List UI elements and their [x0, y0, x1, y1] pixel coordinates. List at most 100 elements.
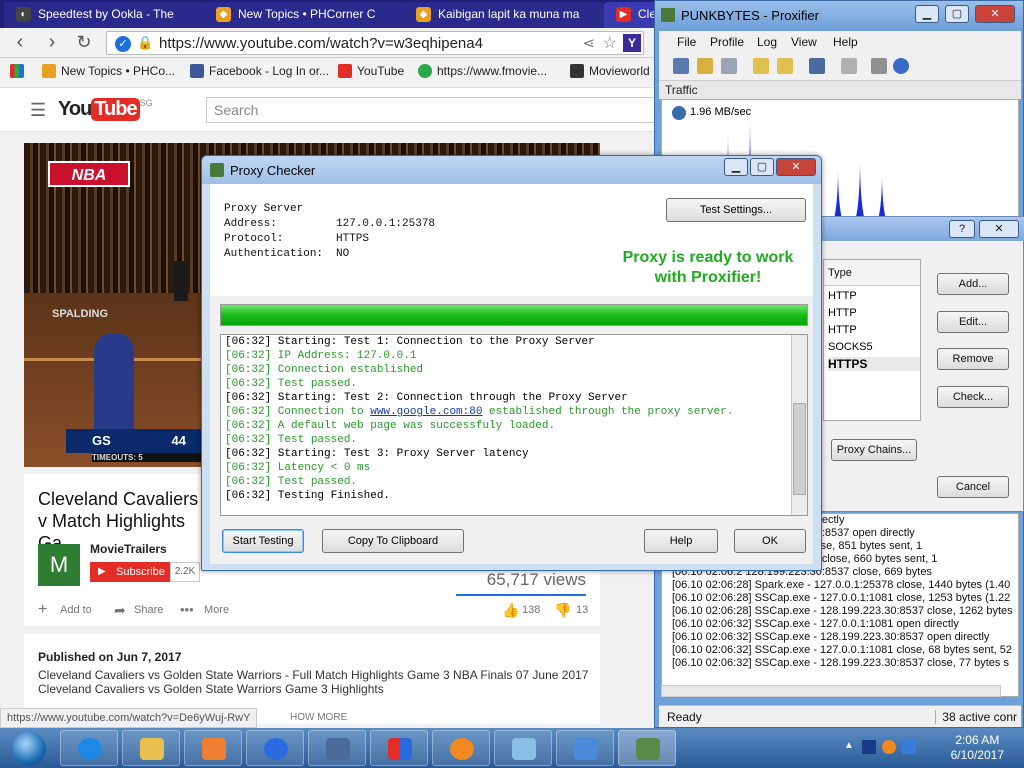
check-button[interactable]: Check... [937, 386, 1009, 408]
taskbar-ie[interactable] [60, 730, 118, 766]
tray-app-icon[interactable] [882, 740, 896, 754]
menu-file[interactable]: File [677, 35, 696, 49]
share-icon[interactable]: ⋖ [582, 34, 595, 52]
edit-button[interactable]: Edit... [937, 311, 1009, 333]
remove-button[interactable]: Remove [937, 348, 1009, 370]
folder-icon [140, 738, 164, 760]
maximize-button[interactable]: ▢ [750, 158, 774, 176]
proxy-type-row[interactable]: HTTP [828, 324, 857, 336]
add-button[interactable]: Add... [937, 273, 1009, 295]
bookmark-phcorner[interactable]: New Topics • PHCo... [42, 64, 175, 78]
proxy-type-row[interactable]: HTTP [828, 307, 857, 319]
proxy-list[interactable]: Type HTTP HTTP HTTP SOCKS5 HTTPS [823, 259, 921, 421]
start-button[interactable] [4, 729, 54, 767]
menu-log[interactable]: Log [757, 35, 777, 49]
bookmark-facebook[interactable]: Facebook - Log In or... [190, 64, 329, 78]
close-button[interactable]: ✕ [975, 5, 1015, 23]
log-icon[interactable] [841, 58, 857, 74]
share-button[interactable]: Share [134, 604, 163, 616]
subscribe-button[interactable]: ▶ Subscribe [90, 562, 170, 582]
network-status-icon[interactable] [902, 740, 916, 754]
menu-view[interactable]: View [791, 35, 817, 49]
minimize-button[interactable]: ▁ [915, 5, 939, 23]
log-horizontal-scrollbar[interactable] [661, 685, 1001, 697]
clock[interactable]: 2:06 AM 6/10/2017 [951, 733, 1004, 763]
show-hidden-icons-icon[interactable]: ▲ [844, 740, 854, 751]
help-button[interactable]: Help [644, 529, 718, 553]
proxy-checker-dialog: Proxy Checker ▁ ▢ ✕ Proxy Server Address… [201, 155, 822, 571]
list-header-type[interactable]: Type [824, 260, 920, 286]
cancel-button[interactable]: Cancel [937, 476, 1009, 498]
yahoo-extension-icon[interactable]: Y [623, 34, 641, 52]
more-button[interactable]: More [204, 604, 229, 616]
log-vertical-scrollbar[interactable] [791, 335, 807, 515]
reload-icon[interactable]: ↻ [72, 31, 96, 55]
taskbar-notepad[interactable] [494, 730, 552, 766]
youtube-search-input[interactable]: Search [206, 97, 660, 123]
taskbar-network-app[interactable] [556, 730, 614, 766]
taskbar-app-blue[interactable] [246, 730, 304, 766]
omnibox[interactable]: ✓ 🔒 https://www.youtube.com/watch?v=w3eq… [106, 31, 644, 55]
import-profile-icon[interactable] [777, 58, 793, 74]
rules-icon[interactable] [697, 58, 713, 74]
back-icon[interactable]: ‹ [8, 31, 32, 55]
bookmark-youtube[interactable]: YouTube [338, 64, 404, 78]
forward-icon[interactable]: › [40, 31, 64, 55]
bookmark-star-icon[interactable]: ☆ [603, 33, 617, 53]
scroll-thumb[interactable] [793, 403, 806, 495]
taskbar-app-grid[interactable] [370, 730, 428, 766]
proxy-servers-icon[interactable] [673, 58, 689, 74]
traffic-icon [672, 106, 686, 120]
tab-kaibigan[interactable]: ◆ Kaibigan lapit ka muna ma [404, 2, 604, 28]
tab-phcorner[interactable]: ◆ New Topics • PHCorner C [204, 2, 404, 28]
close-button[interactable]: ✕ [776, 158, 816, 176]
shield-icon[interactable] [862, 740, 876, 754]
show-more-button[interactable]: HOW MORE [290, 712, 347, 723]
taskbar-explorer[interactable] [122, 730, 180, 766]
print-icon[interactable] [871, 58, 887, 74]
taskbar-arrow-app[interactable] [432, 730, 490, 766]
menu-profile[interactable]: Profile [710, 35, 744, 49]
menu-icon[interactable]: ☰ [30, 100, 46, 121]
open-profile-icon[interactable] [753, 58, 769, 74]
thumbs-down-icon[interactable]: 👎 [554, 602, 571, 619]
tab-youtube[interactable]: ▶ Clev [604, 2, 660, 28]
bookmark-fmovies[interactable]: https://www.fmovie... [418, 64, 547, 78]
proxy-servers-titlebar: ? ✕ [819, 217, 1024, 241]
taskbar-settings[interactable] [308, 730, 366, 766]
proxy-type-row[interactable]: HTTP [828, 290, 857, 302]
add-to-button[interactable]: Add to [60, 604, 92, 616]
add-icon[interactable]: + [38, 602, 47, 618]
channel-avatar[interactable]: M [38, 544, 80, 586]
ok-button[interactable]: OK [734, 529, 806, 553]
taskbar-media[interactable] [184, 730, 242, 766]
dns-icon[interactable] [721, 58, 737, 74]
youtube-logo[interactable]: You Tube SG [58, 98, 153, 124]
close-button[interactable]: ✕ [979, 220, 1019, 238]
url-text[interactable]: https://www.youtube.com/watch?v=w3eqhipe… [159, 35, 483, 52]
menu-help[interactable]: Help [833, 35, 858, 49]
proxy-chains-button[interactable]: Proxy Chains... [831, 439, 917, 461]
thumbs-up-icon[interactable]: 👍 [502, 602, 519, 619]
maximize-button[interactable]: ▢ [945, 5, 969, 23]
minimize-button[interactable]: ▁ [724, 158, 748, 176]
proxifier-icon [636, 738, 660, 760]
test-settings-button[interactable]: Test Settings... [666, 198, 806, 222]
info-row: Protocol: HTTPS [224, 233, 370, 245]
channel-name[interactable]: MovieTrailers [90, 542, 167, 556]
log-link[interactable]: www.google.com:80 [370, 406, 482, 418]
share-icon[interactable]: ➦ [114, 602, 126, 619]
proxy-type-row[interactable]: SOCKS5 [828, 341, 873, 353]
help-icon[interactable] [893, 58, 909, 74]
taskbar-proxifier[interactable] [618, 730, 676, 766]
help-button[interactable]: ? [949, 220, 975, 238]
proxy-type-row-selected[interactable]: HTTPS [828, 357, 920, 371]
copy-to-clipboard-button[interactable]: Copy To Clipboard [322, 529, 464, 553]
apps-grid-icon[interactable] [10, 64, 29, 78]
save-icon[interactable] [809, 58, 825, 74]
log-line: [06:32] IP Address: 127.0.0.1 [225, 350, 417, 362]
more-icon[interactable]: ••• [180, 602, 194, 617]
tab-speedtest[interactable]: ◐ Speedtest by Ookla - The [4, 2, 204, 28]
start-testing-button[interactable]: Start Testing [222, 529, 304, 553]
bookmark-movieworld[interactable]: Movieworld [570, 64, 650, 78]
